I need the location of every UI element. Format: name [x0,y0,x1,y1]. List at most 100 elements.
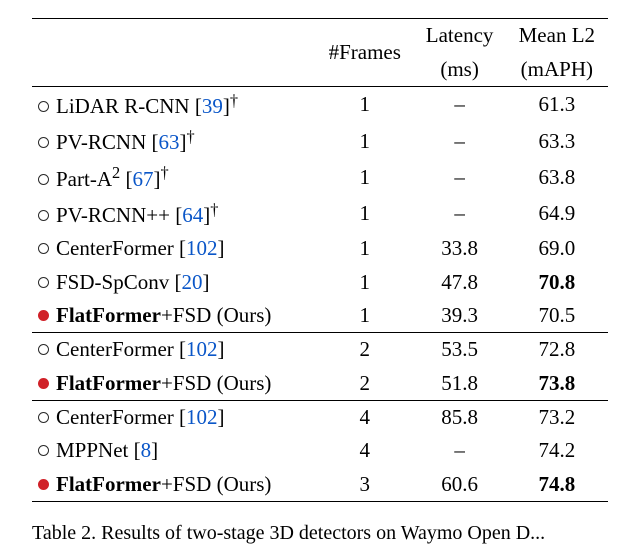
col-method [32,19,316,53]
citation-link[interactable]: 64 [182,203,203,227]
citation-link[interactable]: 20 [181,270,202,294]
citation-link[interactable]: 63 [159,130,180,154]
method-cell: FSD-SpConv [20] [32,265,316,298]
table-row: FlatFormer+FSD (Ours)360.674.8 [32,467,608,501]
bullet-open-icon [38,277,49,288]
frames-cell: 2 [316,366,414,400]
bullet-open-icon [38,445,49,456]
table-row: CenterFormer [102]133.869.0 [32,232,608,265]
table-row: PV-RCNN [63]†1–63.3 [32,123,608,159]
frames-cell: 4 [316,400,414,434]
maph-cell: 74.8 [506,467,608,501]
method-name: PV-RCNN [56,130,152,154]
maph-cell: 63.8 [506,159,608,195]
table-row: FSD-SpConv [20]147.870.8 [32,265,608,298]
method-cell: FlatFormer+FSD (Ours) [32,299,316,333]
method-cell: FlatFormer+FSD (Ours) [32,366,316,400]
method-cell: FlatFormer+FSD (Ours) [32,467,316,501]
bullet-open-icon [38,210,49,221]
bullet-open-icon [38,344,49,355]
latency-cell: 33.8 [414,232,506,265]
col-method-blank [32,52,316,86]
maph-cell: 61.3 [506,86,608,123]
method-name: PV-RCNN++ [56,203,175,227]
col-maph-bot: (mAPH) [506,52,608,86]
method-name: FlatFormer [56,472,161,496]
citation-link[interactable]: 102 [186,405,218,429]
method-tail: +FSD (Ours) [161,472,271,496]
maph-cell: 69.0 [506,232,608,265]
bullet-red-icon [38,310,49,321]
frames-cell: 1 [316,265,414,298]
method-cell: CenterFormer [102] [32,400,316,434]
latency-cell: – [414,86,506,123]
maph-cell: 70.8 [506,265,608,298]
table-container: #Frames Latency Mean L2 (ms) (mAPH) LiDA… [0,0,640,545]
latency-cell: – [414,434,506,467]
table-row: Part-A2 [67]†1–63.8 [32,159,608,195]
dagger-icon: † [230,91,238,110]
bullet-open-icon [38,174,49,185]
maph-cell: 64.9 [506,196,608,232]
method-cell: PV-RCNN++ [64]† [32,196,316,232]
header-row: #Frames Latency Mean L2 [32,19,608,53]
latency-cell: 60.6 [414,467,506,501]
dagger-icon: † [160,163,168,182]
citation-link[interactable]: 102 [186,337,218,361]
frames-cell: 1 [316,86,414,123]
method-name: FlatFormer [56,371,161,395]
col-latency-top: Latency [414,19,506,53]
table-row: FlatFormer+FSD (Ours)139.370.5 [32,299,608,333]
bullet-red-icon [38,378,49,389]
bullet-open-icon [38,101,49,112]
citation-link[interactable]: 8 [141,438,152,462]
frames-cell: 1 [316,123,414,159]
dagger-icon: † [187,127,195,146]
superscript: 2 [112,163,120,182]
table-row: MPPNet [8]4–74.2 [32,434,608,467]
citation-link[interactable]: 102 [186,236,218,260]
method-name: Part-A [56,167,112,191]
bullet-open-icon [38,243,49,254]
frames-cell: 4 [316,434,414,467]
frames-cell: 2 [316,333,414,367]
latency-cell: – [414,159,506,195]
dagger-icon: † [210,200,218,219]
method-tail: +FSD (Ours) [161,371,271,395]
table-row: FlatFormer+FSD (Ours)251.873.8 [32,366,608,400]
frames-cell: 1 [316,196,414,232]
frames-cell: 1 [316,159,414,195]
method-cell: LiDAR R-CNN [39]† [32,86,316,123]
method-tail: +FSD (Ours) [161,303,271,327]
latency-cell: 51.8 [414,366,506,400]
latency-cell: 47.8 [414,265,506,298]
method-name: MPPNet [56,438,134,462]
table-row: CenterFormer [102]485.873.2 [32,400,608,434]
frames-cell: 1 [316,232,414,265]
method-cell: Part-A2 [67]† [32,159,316,195]
results-table: #Frames Latency Mean L2 (ms) (mAPH) LiDA… [32,18,608,502]
method-name: CenterFormer [56,337,179,361]
bullet-red-icon [38,479,49,490]
maph-cell: 63.3 [506,123,608,159]
frames-cell: 1 [316,299,414,333]
method-name: CenterFormer [56,236,179,260]
bullet-open-icon [38,137,49,148]
bullet-open-icon [38,412,49,423]
latency-cell: 53.5 [414,333,506,367]
latency-cell: 85.8 [414,400,506,434]
table-caption: Table 2. Results of two-stage 3D detecto… [32,522,608,545]
method-name: FlatFormer [56,303,161,327]
citation-link[interactable]: 39 [202,94,223,118]
col-frames: #Frames [316,19,414,87]
table-row: CenterFormer [102]253.572.8 [32,333,608,367]
method-cell: MPPNet [8] [32,434,316,467]
citation-link[interactable]: 67 [132,167,153,191]
frames-cell: 3 [316,467,414,501]
method-name: FSD-SpConv [56,270,174,294]
latency-cell: – [414,196,506,232]
method-cell: CenterFormer [102] [32,232,316,265]
method-name: CenterFormer [56,405,179,429]
method-cell: PV-RCNN [63]† [32,123,316,159]
maph-cell: 73.8 [506,366,608,400]
